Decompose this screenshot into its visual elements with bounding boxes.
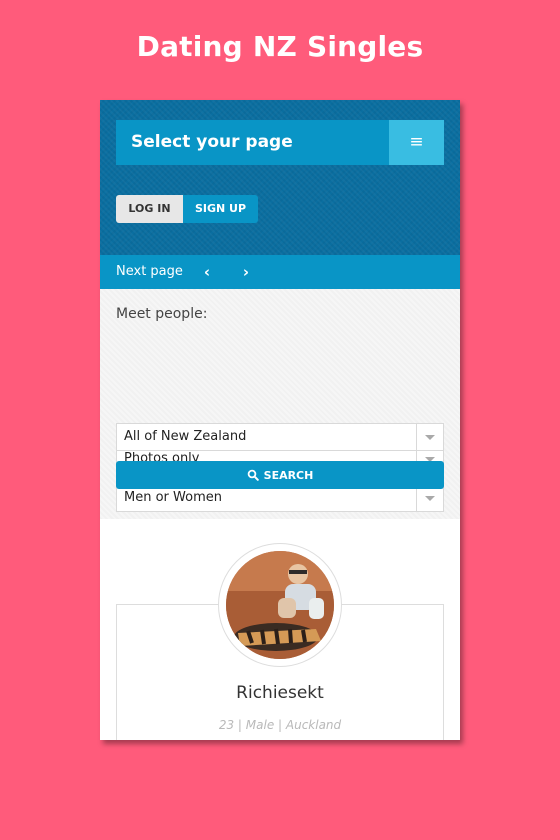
search-icon <box>247 469 259 481</box>
signup-tab[interactable]: SIGN UP <box>183 195 258 223</box>
profile-name[interactable]: Richiesekt <box>100 683 460 703</box>
header-area: Select your page ≡ LOG IN SIGN UP <box>100 100 460 255</box>
region-select-value: All of New Zealand <box>124 429 247 444</box>
region-select[interactable]: All of New Zealand <box>116 423 444 451</box>
login-tab[interactable]: LOG IN <box>116 195 183 223</box>
pager-bar: Next page ‹ › <box>100 255 460 289</box>
page-select-button[interactable]: Select your page <box>116 120 389 165</box>
next-page-label: Next page <box>116 264 183 279</box>
hamburger-menu-icon: ≡ <box>409 132 424 152</box>
chevron-right-icon[interactable]: › <box>236 255 256 289</box>
profile-photo <box>226 551 334 659</box>
auth-tabs: LOG IN SIGN UP <box>116 195 258 223</box>
search-button-label: SEARCH <box>263 468 314 482</box>
profile-meta: 23 | Male | Auckland <box>218 718 342 732</box>
menu-button[interactable]: ≡ <box>389 120 444 165</box>
app-title: Dating NZ Singles <box>136 30 424 63</box>
search-button[interactable]: SEARCH <box>116 461 444 489</box>
profile-avatar[interactable] <box>218 543 342 667</box>
chevron-down-icon <box>416 424 443 450</box>
chevron-left-icon[interactable]: ‹ <box>197 255 217 289</box>
meet-people-label: Meet people: <box>116 306 208 322</box>
phone-screen: Select your page ≡ LOG IN SIGN UP Next p… <box>100 100 460 740</box>
